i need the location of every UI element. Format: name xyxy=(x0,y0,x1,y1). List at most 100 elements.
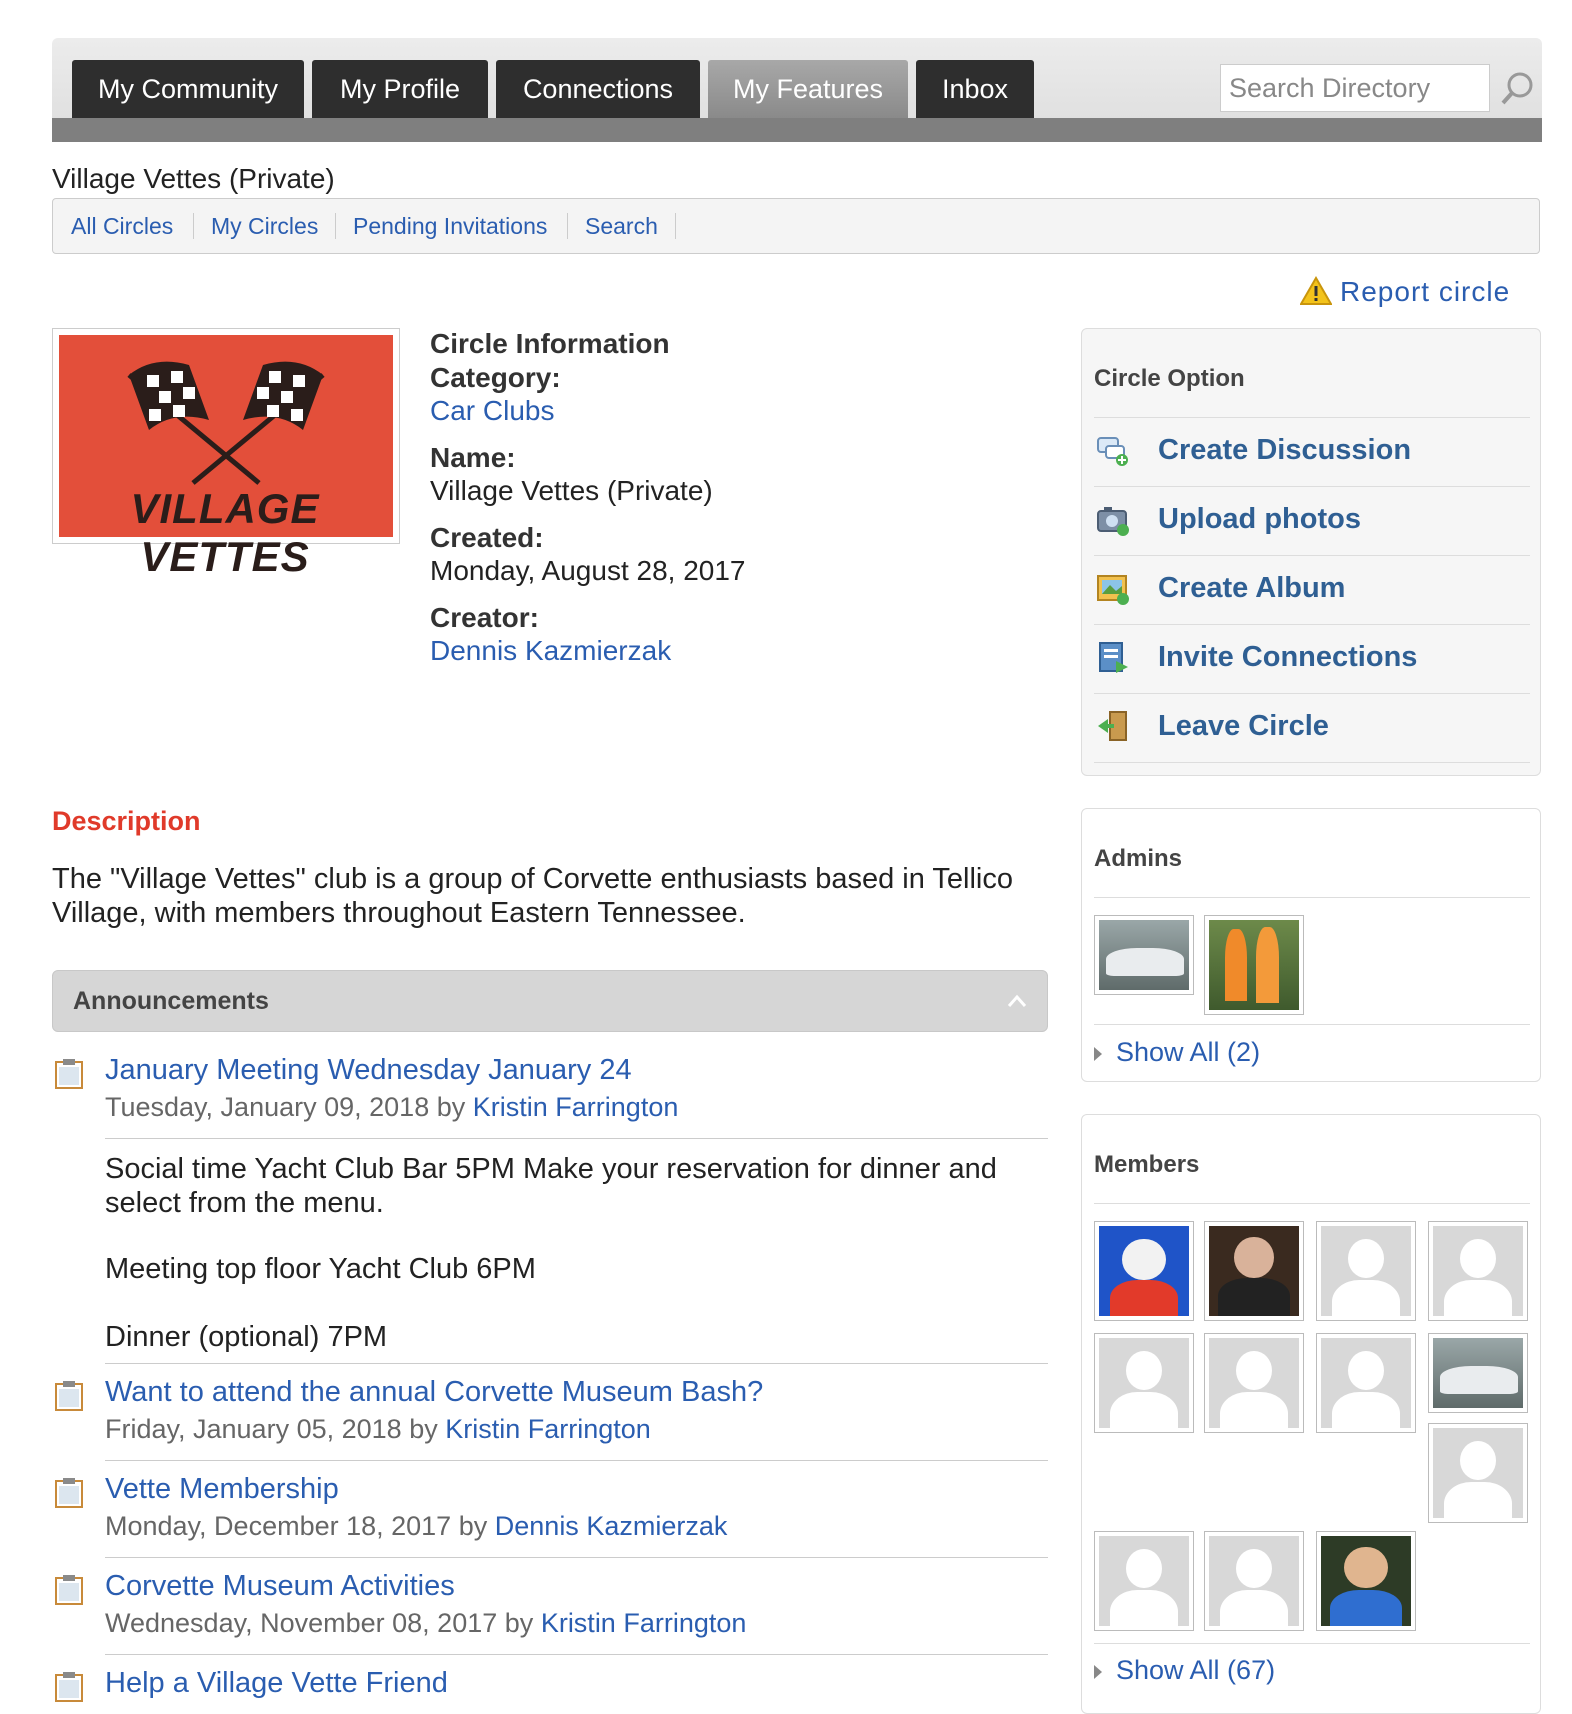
announcement-title-link[interactable]: Help a Village Vette Friend xyxy=(105,1667,448,1700)
warning-icon[interactable] xyxy=(1300,276,1332,306)
subnav-all-circles[interactable]: All Circles xyxy=(71,213,173,240)
announcement-title-link[interactable]: Vette Membership xyxy=(105,1473,339,1506)
member-avatar[interactable] xyxy=(1316,1531,1416,1631)
search-input[interactable]: Search Directory xyxy=(1220,64,1490,112)
expand-arrow-icon xyxy=(1094,1046,1102,1061)
report-circle-link[interactable]: Report circle xyxy=(1340,276,1510,308)
upload-photos-button[interactable]: Upload photos xyxy=(1094,486,1530,556)
announcements-header[interactable]: Announcements xyxy=(52,970,1048,1032)
author-link[interactable]: Kristin Farrington xyxy=(541,1608,747,1638)
tab-my-features[interactable]: My Features xyxy=(708,60,908,118)
announcement-body-line: Meeting top floor Yacht Club 6PM xyxy=(105,1253,536,1285)
announcement-item: Want to attend the annual Corvette Museu… xyxy=(52,1376,1048,1468)
subnav-pending-invitations[interactable]: Pending Invitations xyxy=(353,213,547,240)
creator-link[interactable]: Dennis Kazmierzak xyxy=(430,635,671,667)
announcement-meta: Wednesday, November 08, 2017 by Kristin … xyxy=(105,1608,746,1639)
announcement-item: Help a Village Vette Friend xyxy=(52,1667,1048,1702)
divider xyxy=(1094,1643,1530,1644)
author-link[interactable]: Dennis Kazmierzak xyxy=(495,1511,728,1541)
clipboard-icon xyxy=(55,1575,83,1605)
announcement-title-link[interactable]: Want to attend the annual Corvette Museu… xyxy=(105,1376,763,1409)
divider xyxy=(105,1557,1048,1558)
member-avatar-placeholder[interactable] xyxy=(1204,1531,1304,1631)
announcement-title-link[interactable]: Corvette Museum Activities xyxy=(105,1570,455,1603)
create-discussion-button[interactable]: Create Discussion xyxy=(1094,417,1530,487)
tab-inbox[interactable]: Inbox xyxy=(916,60,1034,118)
members-show-all-link[interactable]: Show All (67) xyxy=(1094,1655,1275,1686)
divider xyxy=(675,213,676,239)
divider xyxy=(1094,897,1530,898)
announcement-date: Tuesday, January 09, 2018 xyxy=(105,1092,430,1122)
create-discussion-label: Create Discussion xyxy=(1158,434,1412,466)
announcement-item: January Meeting Wednesday January 24 Tue… xyxy=(52,1054,1048,1370)
member-avatar-placeholder[interactable] xyxy=(1428,1423,1528,1523)
circle-option-box: Circle Option Create Discussion Upload p… xyxy=(1081,328,1541,776)
chevron-up-icon[interactable] xyxy=(1007,991,1027,1011)
name-value: Village Vettes (Private) xyxy=(430,475,713,506)
subnav-search[interactable]: Search xyxy=(585,213,658,240)
author-link[interactable]: Kristin Farrington xyxy=(473,1092,679,1122)
upload-photos-label: Upload photos xyxy=(1158,503,1361,535)
description-heading: Description xyxy=(52,806,201,836)
tab-my-profile[interactable]: My Profile xyxy=(312,60,488,118)
divider xyxy=(1094,762,1530,763)
member-avatar[interactable] xyxy=(1204,1221,1304,1321)
member-avatar-placeholder[interactable] xyxy=(1204,1333,1304,1433)
leave-icon xyxy=(1098,711,1127,741)
member-avatar-placeholder[interactable] xyxy=(1094,1333,1194,1433)
category-link[interactable]: Car Clubs xyxy=(430,395,554,427)
invite-connections-label: Invite Connections xyxy=(1158,641,1418,673)
announcement-body-line: Social time Yacht Club Bar 5PM Make your… xyxy=(105,1153,997,1219)
circle-logo: VILLAGE VETTES xyxy=(52,328,400,580)
logo-text: VILLAGE VETTES xyxy=(130,485,320,580)
divider xyxy=(335,213,336,239)
camera-icon xyxy=(1097,507,1129,536)
divider xyxy=(105,1460,1048,1461)
category-label: Category: xyxy=(430,362,561,393)
admins-box: Admins Show All (2) xyxy=(1081,808,1541,1082)
create-album-button[interactable]: Create Album xyxy=(1094,555,1530,625)
member-avatar-placeholder[interactable] xyxy=(1316,1221,1416,1321)
circle-option-heading: Circle Option xyxy=(1094,365,1245,392)
admins-show-all-link[interactable]: Show All (2) xyxy=(1094,1037,1260,1068)
tab-my-community[interactable]: My Community xyxy=(72,60,304,118)
member-avatar-placeholder[interactable] xyxy=(1316,1333,1416,1433)
clipboard-icon xyxy=(55,1381,83,1411)
discussion-icon xyxy=(1097,437,1128,466)
admin-avatar[interactable] xyxy=(1094,915,1194,995)
invite-connections-button[interactable]: Invite Connections xyxy=(1094,624,1530,694)
divider xyxy=(105,1138,1048,1139)
logo-image: VILLAGE VETTES xyxy=(59,335,393,580)
announcement-title-link[interactable]: January Meeting Wednesday January 24 xyxy=(105,1054,632,1087)
members-box: Members Show All (67) xyxy=(1081,1114,1541,1714)
tab-connections[interactable]: Connections xyxy=(496,60,700,118)
announcement-item: Corvette Museum Activities Wednesday, No… xyxy=(52,1570,1048,1662)
by-label: by xyxy=(504,1608,534,1638)
member-avatar-placeholder[interactable] xyxy=(1094,1531,1194,1631)
by-label: by xyxy=(409,1414,438,1444)
divider xyxy=(105,1654,1048,1655)
announcement-date: Wednesday, November 08, 2017 xyxy=(105,1608,498,1638)
announcements-heading: Announcements xyxy=(73,987,269,1015)
leave-circle-label: Leave Circle xyxy=(1158,710,1329,742)
album-icon xyxy=(1097,575,1129,605)
author-link[interactable]: Kristin Farrington xyxy=(445,1414,651,1444)
sub-nav: All Circles My Circles Pending Invitatio… xyxy=(52,198,1540,254)
announcement-item: Vette Membership Monday, December 18, 20… xyxy=(52,1473,1048,1565)
member-avatar[interactable] xyxy=(1428,1333,1528,1413)
name-label: Name: xyxy=(430,442,516,473)
search-icon[interactable] xyxy=(1498,68,1538,108)
nav-stripe xyxy=(52,118,1542,142)
members-show-all-label: Show All (67) xyxy=(1116,1655,1276,1685)
by-label: by xyxy=(458,1511,488,1541)
subnav-my-circles[interactable]: My Circles xyxy=(211,213,318,240)
admin-avatar[interactable] xyxy=(1204,915,1304,1015)
member-avatar[interactable] xyxy=(1094,1221,1194,1321)
invite-icon xyxy=(1099,642,1128,673)
leave-circle-button[interactable]: Leave Circle xyxy=(1094,693,1530,763)
announcement-body-line: Dinner (optional) 7PM xyxy=(105,1321,388,1353)
by-label: by xyxy=(436,1092,466,1122)
member-avatar-placeholder[interactable] xyxy=(1428,1221,1528,1321)
circle-info-heading: Circle Information xyxy=(430,328,670,359)
announcement-meta: Monday, December 18, 2017 by Dennis Kazm… xyxy=(105,1511,727,1542)
